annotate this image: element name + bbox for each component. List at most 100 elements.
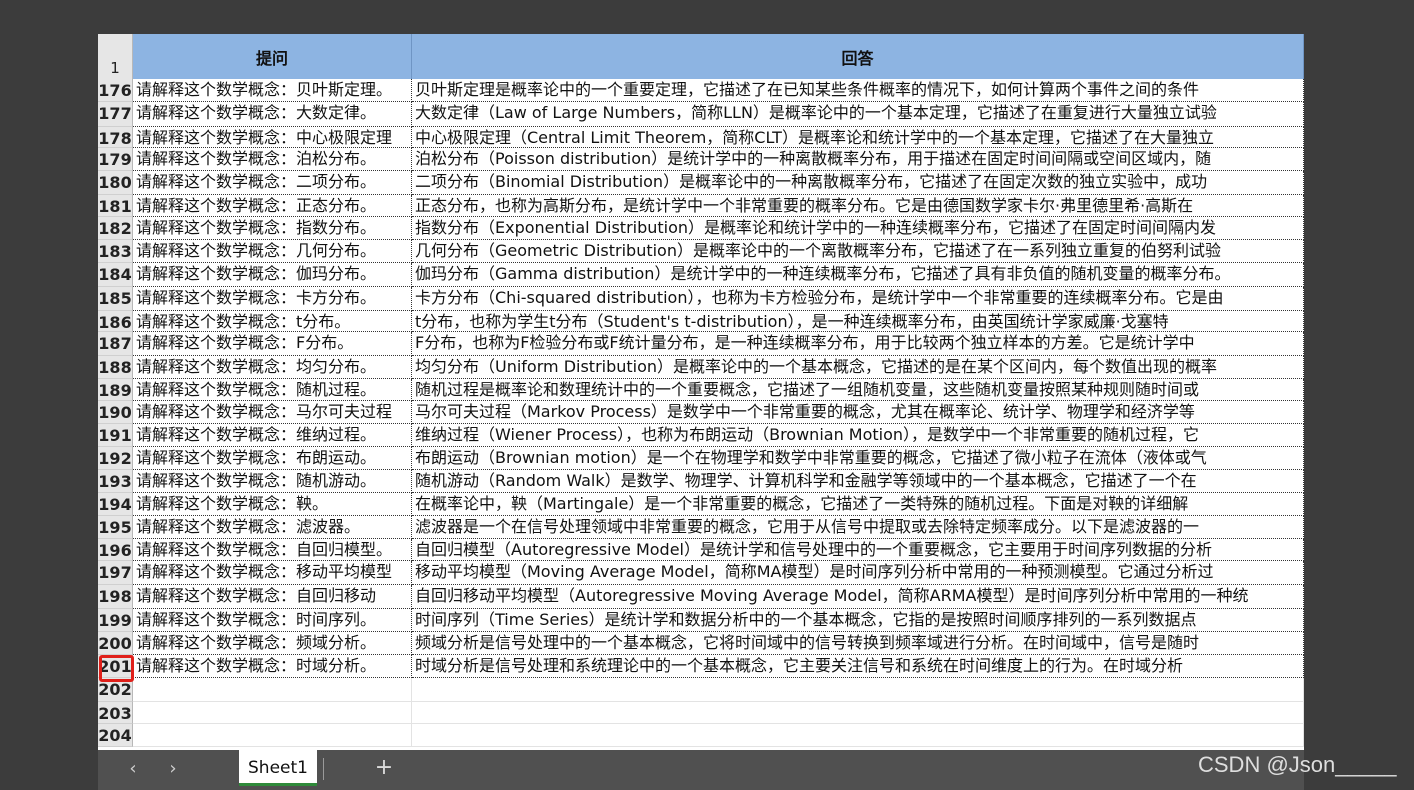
question-cell[interactable]: 请解释这个数学概念：鞅。 [133, 493, 412, 516]
question-cell[interactable] [133, 702, 412, 724]
row-number[interactable]: 178 [98, 127, 133, 148]
answer-cell[interactable]: t分布，也称为学生t分布（Student's t-distribution），是… [412, 311, 1304, 332]
row-number[interactable]: 198 [98, 585, 133, 609]
answer-cell[interactable]: 几何分布（Geometric Distribution）是概率论中的一个离散概率… [412, 240, 1304, 263]
question-cell[interactable]: 请解释这个数学概念：均匀分布。 [133, 356, 412, 379]
question-cell[interactable]: 请解释这个数学概念：维纳过程。 [133, 424, 412, 447]
question-cell[interactable]: 请解释这个数学概念：泊松分布。 [133, 148, 412, 171]
answer-cell[interactable]: 自回归移动平均模型（Autoregressive Moving Average … [412, 585, 1304, 609]
question-cell[interactable]: 请解释这个数学概念：指数分布。 [133, 217, 412, 240]
question-cell[interactable]: 请解释这个数学概念：二项分布。 [133, 171, 412, 195]
row-number[interactable]: 182 [98, 217, 133, 240]
answer-cell[interactable]: 时间序列（Time Series）是统计学和数据分析中的一个基本概念，它指的是按… [412, 609, 1304, 632]
answer-cell[interactable]: F分布，也称为F检验分布或F统计量分布，是一种连续概率分布，用于比较两个独立样本… [412, 332, 1304, 356]
answer-cell[interactable]: 二项分布（Binomial Distribution）是概率论中的一种离散概率分… [412, 171, 1304, 195]
row-number[interactable]: 184 [98, 263, 133, 287]
question-cell[interactable]: 请解释这个数学概念：随机游动。 [133, 470, 412, 493]
answer-cell[interactable]: 均匀分布（Uniform Distribution）是概率论中的一个基本概念，它… [412, 356, 1304, 379]
row-number[interactable]: 194 [98, 493, 133, 516]
answer-cell[interactable]: 马尔可夫过程（Markov Process）是数学中一个非常重要的概念，尤其在概… [412, 401, 1304, 424]
row-number[interactable]: 185 [98, 287, 133, 311]
question-cell[interactable]: 请解释这个数学概念：滤波器。 [133, 516, 412, 539]
table-row: 183 请解释这个数学概念：几何分布。 几何分布（Geometric Distrib… [98, 240, 1304, 263]
row-number[interactable]: 196 [98, 539, 133, 561]
row-number[interactable]: 181 [98, 195, 133, 217]
add-sheet-icon[interactable]: + [372, 756, 396, 780]
row-header-1[interactable]: 1 [98, 34, 133, 79]
row-number[interactable]: 188 [98, 356, 133, 379]
row-number[interactable]: 204 [98, 724, 133, 747]
answer-cell[interactable]: 中心极限定理（Central Limit Theorem，简称CLT）是概率论和… [412, 127, 1304, 148]
answer-cell[interactable]: 移动平均模型（Moving Average Model，简称MA模型）是时间序列… [412, 561, 1304, 585]
row-number[interactable]: 199 [98, 609, 133, 632]
table-row: 202 [98, 678, 1304, 702]
question-cell[interactable]: 请解释这个数学概念：贝叶斯定理。 [133, 79, 412, 102]
row-number[interactable]: 200 [98, 632, 133, 655]
question-cell[interactable]: 请解释这个数学概念：时间序列。 [133, 609, 412, 632]
row-number[interactable]: 179 [98, 148, 133, 171]
column-header-question[interactable]: 提问 [133, 34, 412, 79]
answer-cell[interactable]: 随机过程是概率论和数理统计中的一个重要概念，它描述了一组随机变量，这些随机变量按… [412, 379, 1304, 401]
question-cell[interactable]: 请解释这个数学概念：几何分布。 [133, 240, 412, 263]
answer-cell[interactable]: 随机游动（Random Walk）是数学、物理学、计算机科学和金融学等领域中的一… [412, 470, 1304, 493]
row-number[interactable]: 193 [98, 470, 133, 493]
question-cell[interactable]: 请解释这个数学概念：频域分析。 [133, 632, 412, 655]
watermark-text: CSDN @Json_____ [1198, 752, 1397, 777]
answer-cell[interactable]: 大数定律（Law of Large Numbers，简称LLN）是概率论中的一个… [412, 102, 1304, 127]
answer-cell[interactable]: 泊松分布（Poisson distribution）是统计学中的一种离散概率分布… [412, 148, 1304, 171]
question-cell[interactable]: 请解释这个数学概念：大数定律。 [133, 102, 412, 127]
answer-cell[interactable]: 在概率论中，鞅（Martingale）是一个非常重要的概念，它描述了一类特殊的随… [412, 493, 1304, 516]
question-cell[interactable]: 请解释这个数学概念：卡方分布。 [133, 287, 412, 311]
question-cell[interactable]: 请解释这个数学概念：马尔可夫过程 [133, 401, 412, 424]
table-row: 186 请解释这个数学概念：t分布。 t分布，也称为学生t分布（Student's … [98, 311, 1304, 332]
answer-cell[interactable]: 贝叶斯定理是概率论中的一个重要定理，它描述了在已知某些条件概率的情况下，如何计算… [412, 79, 1304, 102]
spreadsheet-grid[interactable]: 1 提问 回答 176 请解释这个数学概念：贝叶斯定理。 贝叶斯定理是概率论中的一个… [98, 34, 1304, 750]
row-number[interactable]: 191 [98, 424, 133, 447]
question-cell[interactable]: 请解释这个数学概念：t分布。 [133, 311, 412, 332]
row-number[interactable]: 176 [98, 79, 133, 102]
table-row: 191 请解释这个数学概念：维纳过程。 维纳过程（Wiener Process），也… [98, 424, 1304, 447]
question-cell[interactable] [133, 724, 412, 747]
answer-cell[interactable]: 卡方分布（Chi-squared distribution），也称为卡方检验分布… [412, 287, 1304, 311]
row-number[interactable]: 203 [98, 702, 133, 724]
answer-cell[interactable] [412, 724, 1304, 747]
row-number[interactable]: 197 [98, 561, 133, 585]
answer-cell[interactable] [412, 678, 1304, 702]
answer-cell[interactable]: 伽玛分布（Gamma distribution）是统计学中的一种连续概率分布，它… [412, 263, 1304, 287]
question-cell[interactable]: 请解释这个数学概念：时域分析。 [133, 655, 412, 678]
row-number[interactable]: 195 [98, 516, 133, 539]
row-number[interactable]: 189 [98, 379, 133, 401]
prev-sheet-icon[interactable]: ‹ [123, 758, 143, 780]
answer-cell[interactable]: 滤波器是一个在信号处理领域中非常重要的概念，它用于从信号中提取或去除特定频率成分… [412, 516, 1304, 539]
row-number[interactable]: 192 [98, 447, 133, 470]
table-row: 181 请解释这个数学概念：正态分布。 正态分布，也称为高斯分布，是统计学中一个非常… [98, 195, 1304, 217]
row-number[interactable]: 187 [98, 332, 133, 356]
row-number[interactable]: 183 [98, 240, 133, 263]
answer-cell[interactable]: 正态分布，也称为高斯分布，是统计学中一个非常重要的概率分布。它是由德国数学家卡尔… [412, 195, 1304, 217]
question-cell[interactable]: 请解释这个数学概念：自回归移动 [133, 585, 412, 609]
question-cell[interactable]: 请解释这个数学概念：F分布。 [133, 332, 412, 356]
question-cell[interactable]: 请解释这个数学概念：伽玛分布。 [133, 263, 412, 287]
answer-cell[interactable]: 时域分析是信号处理和系统理论中的一个基本概念，它主要关注信号和系统在时间维度上的… [412, 655, 1304, 678]
question-cell[interactable]: 请解释这个数学概念：自回归模型。 [133, 539, 412, 561]
row-number[interactable]: 186 [98, 311, 133, 332]
row-number[interactable]: 190 [98, 401, 133, 424]
question-cell[interactable]: 请解释这个数学概念：随机过程。 [133, 379, 412, 401]
row-number[interactable]: 177 [98, 102, 133, 127]
answer-cell[interactable]: 布朗运动（Brownian motion）是一个在物理学和数学中非常重要的概念，… [412, 447, 1304, 470]
answer-cell[interactable]: 指数分布（Exponential Distribution）是概率论和统计学中的… [412, 217, 1304, 240]
answer-cell[interactable]: 自回归模型（Autoregressive Model）是统计学和信号处理中的一个… [412, 539, 1304, 561]
answer-cell[interactable] [412, 702, 1304, 724]
sheet-tab-bar: ‹ › Sheet1 + [98, 750, 1304, 790]
question-cell[interactable]: 请解释这个数学概念：移动平均模型 [133, 561, 412, 585]
sheet-tab-sheet1[interactable]: Sheet1 [239, 750, 317, 786]
question-cell[interactable] [133, 678, 412, 702]
next-sheet-icon[interactable]: › [163, 758, 183, 780]
question-cell[interactable]: 请解释这个数学概念：正态分布。 [133, 195, 412, 217]
question-cell[interactable]: 请解释这个数学概念：中心极限定理 [133, 127, 412, 148]
answer-cell[interactable]: 维纳过程（Wiener Process），也称为布朗运动（Brownian Mo… [412, 424, 1304, 447]
question-cell[interactable]: 请解释这个数学概念：布朗运动。 [133, 447, 412, 470]
answer-cell[interactable]: 频域分析是信号处理中的一个基本概念，它将时间域中的信号转换到频率域进行分析。在时… [412, 632, 1304, 655]
column-header-answer[interactable]: 回答 [412, 34, 1304, 79]
row-number[interactable]: 180 [98, 171, 133, 195]
